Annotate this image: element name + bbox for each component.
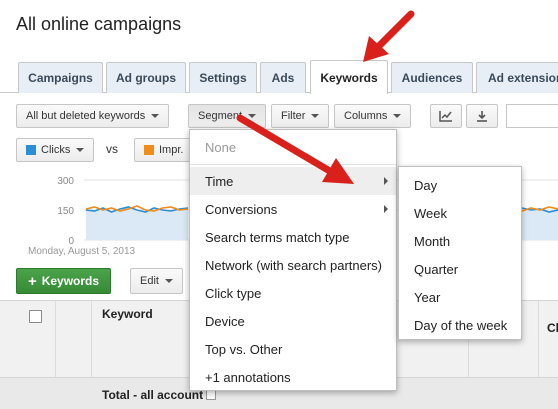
tab-ad-extensions[interactable]: Ad extension [476,62,558,93]
filter-button[interactable]: Filter [271,104,330,128]
line-chart-icon [439,111,452,122]
metric2-swatch [144,145,154,155]
status-column-header [56,301,129,377]
clicks-series-area [86,207,188,240]
segment-menu-item-network[interactable]: Network (with search partners) [190,251,396,279]
search-input[interactable] [506,104,558,128]
time-submenu-item-year[interactable]: Year [399,283,521,311]
y-tick-label: 150 [57,206,74,217]
menu-divider [190,164,396,165]
chevron-down-icon [164,279,173,283]
time-submenu-item-month[interactable]: Month [399,227,521,255]
segment-menu-item-none: None [205,139,237,155]
tab-audiences[interactable]: Audiences [391,62,473,93]
time-submenu-item-quarter[interactable]: Quarter [399,255,521,283]
edit-dropdown[interactable]: Edit [130,268,183,294]
view-filter-label: All but deleted keywords [26,110,146,122]
vs-label: vs [106,142,118,156]
page-title: All online campaigns [16,14,182,34]
plus-icon: + [27,272,37,290]
clicks-series-right-area [522,208,558,240]
segment-button[interactable]: Segment [188,104,267,128]
chevron-down-icon [311,114,320,118]
metric1-label: Clicks [41,144,71,156]
chevron-right-icon [384,205,388,213]
segment-menu: None Time Conversions Search terms match… [189,129,397,391]
segment-menu-item-search-terms-match-type[interactable]: Search terms match type [190,223,396,251]
segment-menu-item-conversions[interactable]: Conversions [190,195,396,223]
segment-label: Segment [198,110,243,122]
metric1-swatch [26,145,36,155]
total-row-label: Total - all account [102,388,204,402]
add-keywords-label: Keywords [41,274,100,288]
edit-label: Edit [140,275,159,287]
segment-menu-item-device[interactable]: Device [190,307,396,335]
time-label: Time [205,173,234,189]
red-arrow-annotation [363,10,415,62]
select-all-checkbox[interactable] [29,310,42,323]
time-submenu: Day Week Month Quarter Year Day of the w… [398,166,522,340]
segment-menu-item-time[interactable]: Time [190,167,396,195]
segment-menu-item-plus1-annotations[interactable]: +1 annotations [190,363,396,391]
time-submenu-item-week[interactable]: Week [399,199,521,227]
metric2-label: Impr. [159,144,184,156]
filter-label: Filter [281,110,306,122]
chevron-down-icon [76,148,85,152]
chevron-right-icon [384,177,388,185]
chart-date-label: Monday, August 5, 2013 [28,246,136,257]
time-submenu-item-day-of-week[interactable]: Day of the week [399,311,521,339]
download-button[interactable] [466,104,498,128]
chevron-down-icon [393,114,402,118]
select-column-header [0,301,56,377]
download-icon [477,111,487,122]
segment-menu-item-click-type[interactable]: Click type [190,279,396,307]
columns-button[interactable]: Columns [334,104,412,128]
tab-bar: Campaigns Ad groups Settings Ads Keyword… [0,60,558,94]
y-tick-label: 300 [57,176,74,187]
chevron-down-icon [248,114,257,118]
metric1-dropdown[interactable]: Clicks [16,138,95,162]
tab-ad-groups[interactable]: Ad groups [106,62,186,93]
clicks-column-header[interactable]: Cl [539,301,558,377]
keyword-header-label: Keyword [102,307,153,321]
time-submenu-item-day[interactable]: Day [399,171,521,199]
chevron-down-icon [151,114,160,118]
graph-toggle-button[interactable] [430,104,462,128]
info-icon[interactable] [206,390,217,400]
tab-keywords[interactable]: Keywords [310,60,388,94]
conversions-label: Conversions [205,201,278,217]
tab-campaigns[interactable]: Campaigns [18,62,103,93]
tab-ads[interactable]: Ads [260,62,306,93]
tab-settings[interactable]: Settings [189,62,257,93]
columns-label: Columns [344,110,388,122]
segment-menu-item-top-vs-other[interactable]: Top vs. Other [190,335,396,363]
view-filter-dropdown[interactable]: All but deleted keywords [16,104,170,128]
clicks-header-label: Cl [547,321,558,335]
add-keywords-button[interactable]: + Keywords [16,268,111,294]
